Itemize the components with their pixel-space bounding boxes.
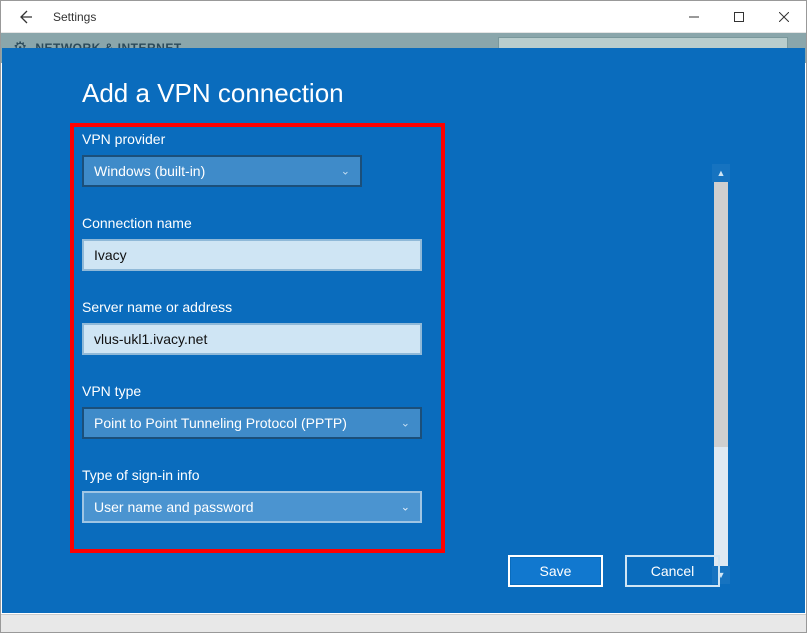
connection-name-label: Connection name <box>82 215 452 231</box>
dialog-scrollbar[interactable]: ▲ ▼ <box>712 164 730 584</box>
scroll-gap <box>714 447 728 566</box>
back-button[interactable] <box>1 1 49 33</box>
maximize-icon <box>734 12 744 22</box>
signin-value: User name and password <box>94 499 254 515</box>
add-vpn-dialog: Add a VPN connection VPN provider Window… <box>2 48 805 613</box>
field-signin: Type of sign-in info User name and passw… <box>82 467 452 523</box>
chevron-down-icon: ⌄ <box>401 417 410 430</box>
signin-select[interactable]: User name and password ⌄ <box>82 491 422 523</box>
background-bottom-bar <box>1 614 806 632</box>
vpn-provider-value: Windows (built-in) <box>94 163 205 179</box>
chevron-down-icon: ⌄ <box>341 165 350 178</box>
minimize-icon <box>689 12 699 22</box>
vpn-type-label: VPN type <box>82 383 452 399</box>
chevron-down-icon: ⌄ <box>401 501 410 514</box>
save-button-label: Save <box>540 563 572 579</box>
field-connection-name: Connection name <box>82 215 452 271</box>
field-vpn-type: VPN type Point to Point Tunneling Protoc… <box>82 383 452 439</box>
field-server: Server name or address <box>82 299 452 355</box>
cancel-button-label: Cancel <box>651 563 695 579</box>
back-arrow-icon <box>17 9 33 25</box>
window-titlebar: Settings <box>1 1 806 33</box>
signin-label: Type of sign-in info <box>82 467 452 483</box>
scroll-up-arrow[interactable]: ▲ <box>712 164 730 182</box>
maximize-button[interactable] <box>716 1 761 33</box>
form-area: VPN provider Windows (built-in) ⌄ Connec… <box>82 131 452 523</box>
vpn-type-select[interactable]: Point to Point Tunneling Protocol (PPTP)… <box>82 407 422 439</box>
server-input[interactable] <box>82 323 422 355</box>
minimize-button[interactable] <box>671 1 716 33</box>
vpn-type-value: Point to Point Tunneling Protocol (PPTP) <box>94 415 347 431</box>
connection-name-input[interactable] <box>82 239 422 271</box>
dialog-title: Add a VPN connection <box>82 78 725 109</box>
server-label: Server name or address <box>82 299 452 315</box>
field-vpn-provider: VPN provider Windows (built-in) ⌄ <box>82 131 452 187</box>
vpn-provider-select[interactable]: Windows (built-in) ⌄ <box>82 155 362 187</box>
close-icon <box>779 12 789 22</box>
dialog-button-row: Save Cancel <box>508 555 720 587</box>
save-button[interactable]: Save <box>508 555 603 587</box>
scroll-thumb[interactable] <box>714 182 728 447</box>
close-button[interactable] <box>761 1 806 33</box>
window-title: Settings <box>53 10 96 24</box>
cancel-button[interactable]: Cancel <box>625 555 720 587</box>
vpn-provider-label: VPN provider <box>82 131 452 147</box>
